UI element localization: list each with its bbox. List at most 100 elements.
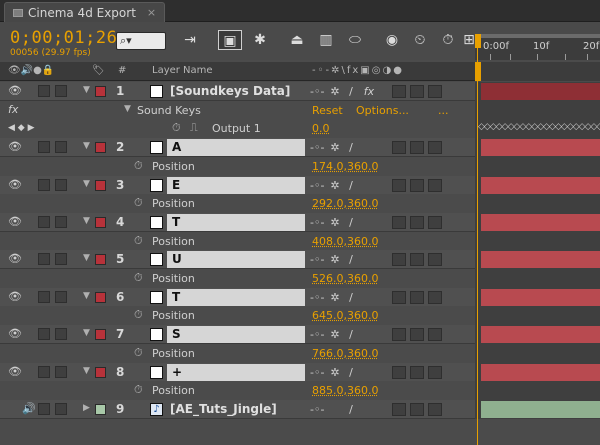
collapse-triangle-icon[interactable]: ▼ [83,141,90,151]
switch-box[interactable] [410,85,424,98]
label-color-swatch[interactable] [95,86,106,97]
label-color-swatch[interactable] [95,254,106,266]
position-value[interactable]: 645.0,360.0 [312,309,378,322]
switch-box[interactable] [410,290,424,304]
switch-box[interactable] [428,290,442,304]
current-time-indicator[interactable] [475,34,481,445]
effects-switch-icon[interactable]: fx [362,85,376,98]
shy-layers-icon[interactable]: ⏏ [285,30,309,50]
switch-box[interactable] [392,141,406,155]
collapse-switch-icon[interactable]: ✲ [328,216,342,229]
solo-lock-cell[interactable] [38,141,50,154]
visibility-eye-icon[interactable]: 👁 [8,141,22,153]
position-value[interactable]: 885.0,360.0 [312,384,378,397]
switches-header-icons[interactable]: -◦-✲\fx▣◎◑● [312,65,404,76]
visibility-eye-icon[interactable]: 👁 [8,328,22,340]
stopwatch-icon[interactable]: ⏱ [134,234,143,248]
collapse-switch-icon[interactable]: ✲ [328,85,342,98]
time-ruler[interactable]: 0:00f 10f 20f [475,34,600,60]
quality-switch-icon[interactable]: / [344,179,358,192]
position-property-row[interactable]: ⏱ Position 526.0,360.0 [0,269,475,288]
position-value[interactable]: 174.0,360.0 [312,160,378,173]
av-features-header-icon[interactable]: 👁🔊●🔒 [8,65,54,76]
stopwatch-icon[interactable]: ⏱ [134,308,143,322]
switch-box[interactable] [392,402,406,416]
current-time-display[interactable]: 0;00;01;26 [10,28,117,48]
stopwatch-icon[interactable]: ⏱ [134,383,143,397]
quality-switch-icon[interactable]: / [344,366,358,379]
layer-row[interactable]: 👁 ▼ 8 + -◦- ✲ / [0,362,475,382]
solo-lock-cell[interactable] [55,141,67,154]
collapse-switch-icon[interactable]: ✲ [328,141,342,154]
layer-name[interactable]: [AE_Tuts_Jingle] [170,402,277,416]
collapse-triangle-icon[interactable]: ▼ [83,253,90,263]
switch-box[interactable] [392,290,406,304]
collapse-switch-icon[interactable]: ✲ [328,366,342,379]
solo-lock-cell[interactable] [38,365,50,378]
label-color-swatch[interactable] [95,142,106,154]
layer-name[interactable]: T [167,288,305,306]
layer-duration-bar[interactable] [481,288,600,306]
label-color-swatch[interactable] [95,366,106,378]
effect-reset-link[interactable]: Reset [312,104,343,117]
switch-box[interactable] [410,253,424,267]
shy-switch-icon[interactable]: -◦- [310,366,324,379]
visibility-eye-icon[interactable]: 👁 [8,253,22,265]
switch-box[interactable] [428,178,442,192]
position-value[interactable]: 292.0,360.0 [312,197,378,210]
solo-lock-cell[interactable] [38,178,50,191]
visibility-eye-icon[interactable]: 👁 [8,290,22,303]
switch-box[interactable] [410,141,424,155]
brainstorm-icon[interactable]: ◉ [380,30,404,50]
quality-switch-icon[interactable]: / [344,253,358,266]
position-value[interactable]: 408.0,360.0 [312,235,378,248]
collapse-triangle-icon[interactable]: ▼ [124,104,131,114]
stopwatch-icon[interactable]: ⏱ [134,346,143,360]
layer-row[interactable]: 👁 ▼ 3 E -◦- ✲ / [0,175,475,195]
layer-name[interactable]: U [167,251,305,269]
auto-keyframe-icon[interactable]: ⏲ [408,30,432,50]
solo-lock-cell[interactable] [55,402,67,415]
label-color-swatch[interactable] [95,216,106,228]
layer-duration-bar[interactable] [481,326,600,344]
position-property-row[interactable]: ⏱ Position 645.0,360.0 [0,306,475,326]
shy-switch-icon[interactable]: -◦- [310,403,324,416]
shy-switch-icon[interactable]: -◦- [310,291,324,304]
collapse-triangle-icon[interactable]: ▼ [83,85,90,95]
collapse-triangle-icon[interactable]: ▼ [83,179,90,189]
stopwatch-icon[interactable]: ⏱ [134,196,143,210]
position-property-row[interactable]: ⏱ Position 766.0,360.0 [0,343,475,363]
solo-lock-cell[interactable] [38,402,50,415]
live-update-icon[interactable]: ▣ [218,30,242,50]
solo-lock-cell[interactable] [55,178,67,191]
frame-blending-icon[interactable]: ▥ [314,30,338,50]
shy-switch-icon[interactable]: -◦- [310,216,324,229]
search-input[interactable]: ⌕▾ [116,32,166,50]
collapse-triangle-icon[interactable]: ▼ [83,291,90,301]
layer-row[interactable]: 👁 ▼ 4 T -◦- ✲ / [0,212,475,232]
solo-lock-cell[interactable] [38,215,50,228]
solo-lock-cell[interactable] [55,328,67,341]
layer-name[interactable]: E [167,176,305,194]
layer-duration-bar[interactable] [481,139,600,157]
layer-name[interactable]: + [167,363,305,381]
effect-row[interactable]: fx ▼ Sound Keys Reset Options...... [0,100,475,120]
solo-lock-cell[interactable] [38,290,50,303]
draft-3d-icon[interactable]: ✱ [248,30,272,50]
switch-box[interactable] [392,85,406,98]
quality-switch-icon[interactable]: / [344,328,358,341]
visibility-eye-icon[interactable]: 👁 [8,85,22,97]
collapse-triangle-icon[interactable]: ▼ [83,328,90,338]
collapse-switch-icon[interactable]: ✲ [328,328,342,341]
layer-name[interactable]: A [167,139,305,157]
output-value[interactable]: 0.0 [312,122,330,135]
collapse-triangle-icon[interactable]: ▼ [83,366,90,376]
stopwatch-icon[interactable]: ⏱ [134,271,143,285]
visibility-eye-icon[interactable]: 👁 [8,178,22,191]
layer-row[interactable]: 👁 ▼ 5 U -◦- ✲ / [0,250,475,270]
switch-box[interactable] [410,365,424,379]
switch-box[interactable] [428,141,442,155]
label-color-swatch[interactable] [95,291,106,303]
position-property-row[interactable]: ⏱ Position 885.0,360.0 [0,381,475,401]
cti-head[interactable] [475,34,481,48]
